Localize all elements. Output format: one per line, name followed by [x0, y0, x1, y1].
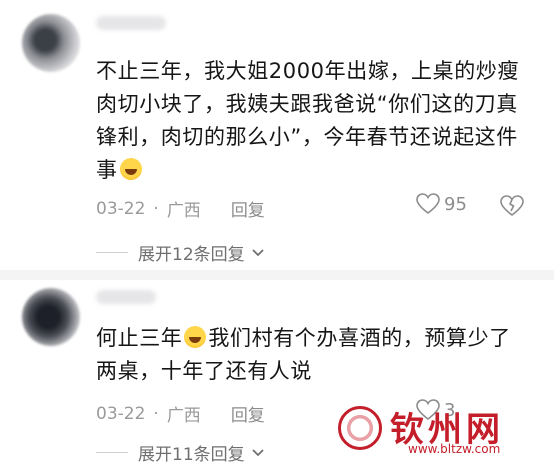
watermark-url: www.bltzw.com — [408, 442, 501, 456]
heart-icon — [416, 193, 440, 215]
expand-replies-button[interactable]: 展开12条回复 — [96, 240, 265, 265]
comment-text-start: 何止三年 — [96, 326, 183, 350]
laughing-emoji-icon — [119, 158, 142, 180]
comment-date: 03-22 — [96, 198, 146, 219]
comment-text: 不止三年，我大姐2000年出嫁，上桌的炒瘦肉切小块了，我姨夫跟我爸说“你们这的刀… — [96, 55, 524, 187]
site-watermark: 钦州网 www.bltzw.com — [330, 402, 550, 460]
like-button[interactable]: 95 — [416, 193, 467, 215]
username-blurred[interactable] — [96, 290, 156, 304]
avatar[interactable] — [22, 14, 80, 72]
dislike-heart-icon[interactable] — [500, 195, 524, 217]
comment-divider — [0, 270, 554, 280]
comment-location: 广西 — [166, 201, 201, 221]
laughing-emoji-icon — [184, 326, 207, 348]
like-count: 95 — [444, 193, 467, 215]
comment-text-body: 不止三年，我大姐2000年出嫁，上桌的炒瘦肉切小块了，我姨夫跟我爸说“你们这的刀… — [96, 59, 520, 182]
chevron-down-icon — [252, 448, 264, 456]
comment-meta: 03-22 · 广西 回复 — [96, 196, 265, 222]
watermark-seal-icon — [338, 406, 382, 450]
comment-date: 03-22 — [96, 403, 146, 424]
avatar[interactable] — [22, 288, 80, 346]
expand-replies-button[interactable]: 展开11条回复 — [96, 440, 265, 465]
comment-text: 何止三年 我们村有个办喜酒的，预算少了两桌，十年了还有人说 — [96, 322, 524, 388]
expand-replies-label: 展开12条回复 — [138, 245, 245, 265]
reply-button[interactable]: 回复 — [231, 401, 265, 426]
reply-button[interactable]: 回复 — [231, 196, 265, 221]
chevron-down-icon — [252, 248, 264, 256]
expand-replies-label: 展开11条回复 — [138, 445, 245, 465]
username-blurred[interactable] — [96, 16, 166, 30]
comment-location: 广西 — [166, 406, 201, 426]
comment-meta: 03-22 · 广西 回复 — [96, 401, 265, 427]
